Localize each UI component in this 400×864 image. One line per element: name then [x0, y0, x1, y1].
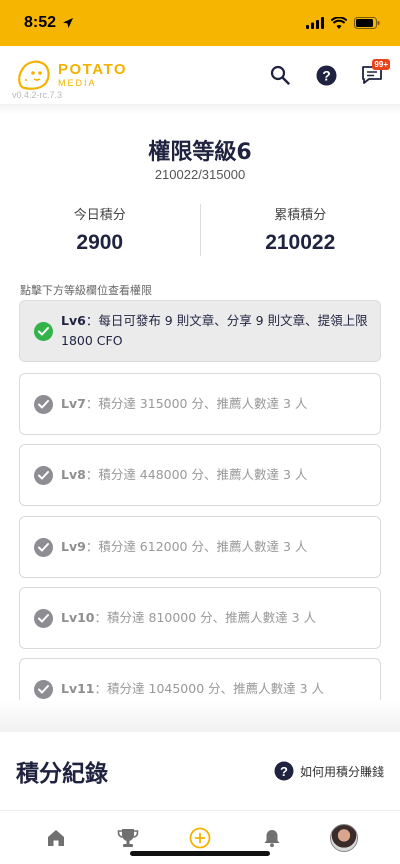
check-circle-icon: [34, 537, 53, 557]
logo-sub: MEDIA: [58, 78, 97, 88]
level-name: Lv11: [61, 681, 95, 696]
help-icon: ?: [274, 761, 294, 781]
level-title: 權限等級6: [148, 140, 252, 165]
level-desc: ：積分達 1045000 分、推薦人數達 3 人: [94, 681, 325, 696]
today-points-label: 今日積分: [73, 208, 126, 223]
tab-profile[interactable]: [324, 818, 364, 858]
status-time: 8:52: [24, 14, 57, 31]
level-list: Lv6：每日可發布 9 則文章、分享 9 則文章、提領上限 1800 CFO L…: [19, 300, 381, 700]
location-arrow-icon: [63, 18, 74, 28]
signal-icon: [306, 17, 324, 29]
level-card-lv8[interactable]: Lv8：積分達 448000 分、推薦人數達 3 人: [19, 444, 381, 506]
potato-media-logo[interactable]: POTATO MEDIA: [16, 58, 127, 92]
app-version: v0.4.2-rc.7.3: [12, 90, 63, 100]
check-circle-icon: [34, 608, 53, 628]
level-progress: 210022/315000: [154, 167, 246, 182]
level-desc: ：積分達 315000 分、推薦人數達 3 人: [85, 396, 308, 411]
add-circle-icon: [189, 827, 211, 848]
tab-home[interactable]: [36, 818, 76, 858]
trophy-icon: [117, 828, 139, 847]
search-button[interactable]: [268, 63, 292, 87]
check-circle-icon: [34, 679, 53, 699]
battery-icon: [354, 17, 380, 29]
check-circle-icon: [34, 321, 53, 341]
wifi-icon: [331, 17, 347, 29]
level-name: Lv7: [61, 396, 86, 411]
level-card-lv6[interactable]: Lv6：每日可發布 9 則文章、分享 9 則文章、提領上限 1800 CFO: [19, 300, 381, 362]
today-points: 今日積分 2900: [0, 204, 200, 256]
level-hint: 點擊下方等級欄位查看權限: [20, 284, 152, 297]
level-name: Lv6: [61, 313, 86, 328]
level-name: Lv10: [61, 610, 95, 625]
home-indicator: [130, 851, 270, 856]
search-icon: [270, 65, 290, 85]
level-desc: ：積分達 612000 分、推薦人數達 3 人: [85, 539, 308, 554]
svg-text:?: ?: [322, 67, 331, 83]
level-desc: ：積分達 810000 分、推薦人數達 3 人: [94, 610, 317, 625]
check-circle-icon: [34, 465, 53, 485]
total-points-value: 210022: [265, 231, 336, 254]
bell-icon: [264, 829, 280, 847]
level-name: Lv9: [61, 539, 86, 554]
how-to-earn-link[interactable]: ? 如何用積分賺錢: [274, 761, 384, 781]
logo-name: POTATO: [58, 61, 127, 78]
points-stats: 今日積分 2900 累積積分 210022: [0, 204, 400, 256]
potato-logo-icon: [18, 60, 50, 90]
level-desc: ：每日可發布 9 則文章、分享 9 則文章、提領上限 1800 CFO: [61, 313, 368, 348]
home-icon: [48, 829, 64, 846]
total-points: 累積積分 210022: [201, 204, 400, 256]
help-button[interactable]: ?: [314, 63, 338, 87]
svg-text:?: ?: [280, 764, 288, 779]
level-card-lv11[interactable]: Lv11：積分達 1045000 分、推薦人數達 3 人: [19, 658, 381, 700]
total-points-label: 累積積分: [274, 208, 327, 223]
records-title: 積分紀錄: [16, 761, 108, 787]
how-to-earn-label: 如何用積分賺錢: [299, 764, 384, 779]
app-header: POTATO MEDIA v0.4.2-rc.7.3 ? 99+: [0, 46, 400, 104]
notification-badge: 99+: [372, 59, 390, 70]
messages-button[interactable]: 99+: [360, 59, 390, 87]
level-card-lv10[interactable]: Lv10：積分達 810000 分、推薦人數達 3 人: [19, 587, 381, 649]
level-card-lv7[interactable]: Lv7：積分達 315000 分、推薦人數達 3 人: [19, 373, 381, 435]
points-records-header: 積分紀錄 ? 如何用積分賺錢: [0, 732, 400, 810]
check-circle-icon: [34, 394, 53, 414]
status-bar: 8:52: [0, 0, 400, 46]
level-card-lv9[interactable]: Lv9：積分達 612000 分、推薦人數達 3 人: [19, 516, 381, 578]
today-points-value: 2900: [76, 231, 124, 254]
help-icon: ?: [316, 65, 336, 85]
avatar: [330, 823, 358, 852]
level-name: Lv8: [61, 467, 86, 482]
level-desc: ：積分達 448000 分、推薦人數達 3 人: [85, 467, 308, 482]
